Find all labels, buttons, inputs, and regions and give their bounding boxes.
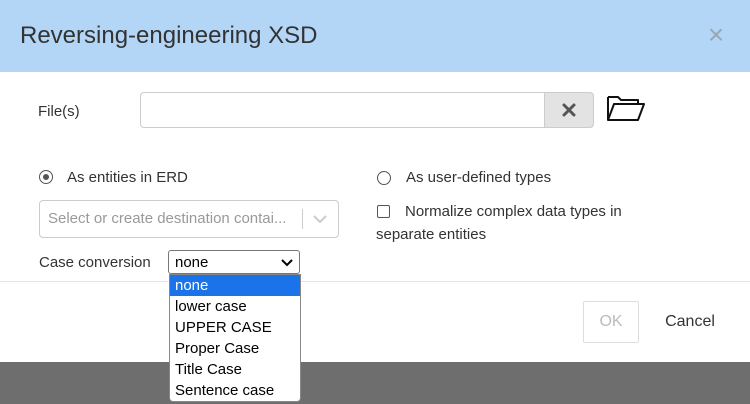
chevron-down-icon [281, 259, 293, 267]
reverse-engineering-dialog: Reversing-engineering XSD × File(s) As e… [0, 0, 750, 362]
as-entities-radio[interactable] [39, 170, 53, 184]
files-input[interactable] [140, 92, 544, 128]
dialog-title: Reversing-engineering XSD [20, 22, 318, 49]
ok-button[interactable]: OK [583, 301, 639, 343]
normalize-label-line1[interactable]: Normalize complex data types in [405, 203, 622, 220]
as-user-defined-types-radio[interactable] [377, 171, 391, 185]
cancel-button[interactable]: Cancel [652, 301, 728, 343]
destination-container-placeholder: Select or create destination contai... [48, 210, 287, 227]
normalize-checkbox[interactable] [377, 205, 390, 218]
as-user-defined-types-label[interactable]: As user-defined types [406, 169, 551, 186]
dialog-header: Reversing-engineering XSD × [0, 0, 750, 72]
case-conversion-label: Case conversion [39, 254, 151, 271]
normalize-label-line2[interactable]: separate entities [376, 226, 486, 243]
as-entities-label[interactable]: As entities in ERD [67, 169, 188, 186]
combo-separator [302, 209, 303, 229]
case-option-proper-case[interactable]: Proper Case [170, 338, 300, 359]
case-conversion-select[interactable]: none [168, 250, 300, 274]
x-icon [562, 103, 576, 117]
close-icon[interactable]: × [703, 20, 729, 50]
files-label: File(s) [38, 103, 80, 120]
destination-container-select[interactable]: Select or create destination contai... [39, 200, 339, 238]
case-option-lower-case[interactable]: lower case [170, 296, 300, 317]
chevron-down-icon [313, 215, 327, 224]
case-option-upper-case[interactable]: UPPER CASE [170, 317, 300, 338]
folder-icon[interactable] [606, 93, 646, 123]
case-conversion-dropdown: none lower case UPPER CASE Proper Case T… [169, 274, 301, 402]
clear-files-button[interactable] [544, 92, 594, 128]
case-option-none[interactable]: none [170, 275, 300, 296]
case-option-sentence-case[interactable]: Sentence case [170, 380, 300, 401]
case-option-title-case[interactable]: Title Case [170, 359, 300, 380]
case-conversion-value: none [175, 254, 209, 271]
footer-divider [0, 281, 750, 282]
